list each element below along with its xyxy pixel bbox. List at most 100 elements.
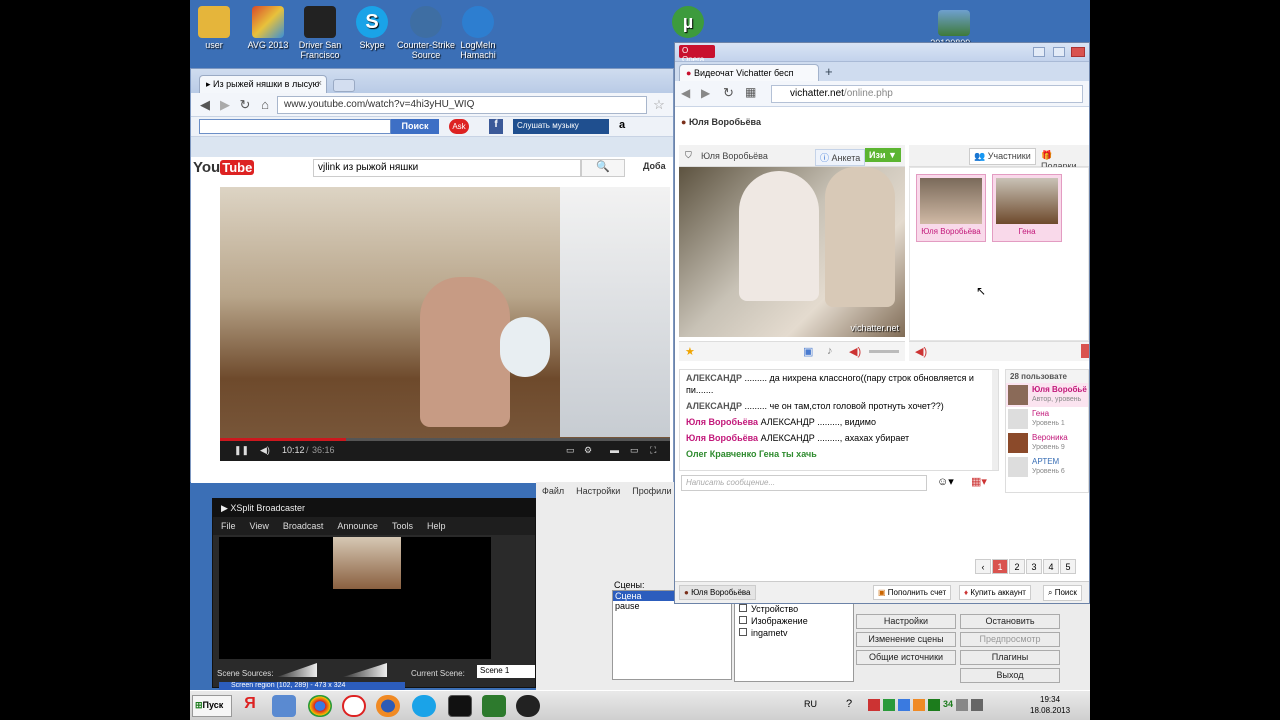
settings-icon[interactable]: ⚙ — [584, 445, 592, 456]
obs-menu-file[interactable]: Файл — [542, 486, 564, 496]
desktop-icon-hamachi[interactable]: LogMeIn Hamachi — [448, 6, 508, 60]
desktop-icon-user[interactable]: user — [190, 6, 244, 50]
obs-settings-button[interactable]: Настройки — [856, 614, 956, 629]
progress-track[interactable] — [220, 438, 670, 441]
start-button[interactable]: ⊞Пуск — [192, 695, 232, 717]
user-item[interactable]: Юля Воробьё Автор, уровень — [1006, 383, 1088, 407]
speed-dial-icon[interactable]: ▦ — [745, 85, 756, 99]
pause-icon[interactable]: ❚❚ — [234, 445, 249, 456]
chat-scrollbar[interactable] — [992, 370, 998, 470]
page-prev[interactable]: ‹ — [975, 559, 991, 574]
source-item[interactable]: Устройство — [735, 603, 853, 615]
preview-button[interactable]: Предпросмотр — [960, 632, 1060, 647]
desktop-icon-cs[interactable]: Counter-Strike Source — [396, 6, 456, 60]
amazon-icon[interactable]: a — [619, 119, 633, 134]
help-icon[interactable]: ? — [846, 698, 852, 710]
bottom-user-button[interactable]: ● Юля Воробьёва — [679, 585, 756, 600]
red-button[interactable] — [1081, 344, 1089, 358]
monitor-icon[interactable]: ▣ — [803, 345, 813, 358]
page-4[interactable]: 4 — [1043, 559, 1059, 574]
buy-account-button[interactable]: ♦ Купить аккаунт — [959, 585, 1031, 600]
firefox-icon[interactable] — [376, 695, 400, 717]
add-button[interactable]: Доба — [643, 161, 666, 171]
desktop-icon-utorrent[interactable]: µ — [658, 6, 718, 40]
tab-participants[interactable]: 👥 Участники — [969, 148, 1036, 165]
xsplit-menu-tools[interactable]: Tools — [392, 521, 413, 531]
home-icon[interactable]: ⌂ — [257, 97, 273, 113]
sources-list[interactable]: Устройство Изображение ingametv — [734, 602, 854, 682]
music-button[interactable]: Слушать музыку — [513, 119, 609, 134]
desktop-icon-avg[interactable]: AVG 2013 — [238, 6, 298, 50]
tray-icon[interactable] — [928, 699, 940, 711]
clock[interactable]: 19:34 18.08.2013 — [1030, 694, 1070, 716]
page-5[interactable]: 5 — [1060, 559, 1076, 574]
global-sources-button[interactable]: Общие источники — [856, 650, 956, 665]
back-icon[interactable]: ◀ — [681, 86, 690, 100]
emoji-icon[interactable]: ☺▾ — [937, 475, 954, 488]
fullsize-icon[interactable]: ▭ — [630, 445, 639, 456]
user-item[interactable]: Вероника Уровень 9 — [1006, 431, 1088, 455]
new-tab-button[interactable] — [333, 79, 355, 92]
microphone-icon[interactable]: ♪ — [827, 345, 833, 357]
new-tab-icon[interactable]: + — [825, 64, 833, 79]
fullscreen-icon[interactable]: ⛶ — [650, 445, 656, 456]
source-row[interactable]: Screen region (102, 289) - 473 x 324 — [219, 682, 405, 690]
youtube-search-button[interactable]: 🔍 — [581, 159, 625, 177]
star-icon[interactable]: ☆ — [651, 97, 667, 113]
page-1[interactable]: 1 — [992, 559, 1008, 574]
tray-icon[interactable] — [883, 699, 895, 711]
chrome-tab-youtube[interactable]: ▸ Из рыжей няшки в лысую × — [199, 75, 327, 93]
reload-icon[interactable]: ↻ — [723, 85, 734, 101]
speaker-tray-icon[interactable] — [971, 699, 984, 711]
skype-taskbar-icon[interactable] — [412, 695, 436, 717]
opera-menu-button[interactable]: O Opera — [679, 45, 715, 64]
yandex-icon[interactable]: Я — [238, 695, 262, 717]
speaker-icon[interactable]: ◀) — [849, 345, 861, 358]
address-bar[interactable]: www.youtube.com/watch?v=4hi3yHU_WIQ — [277, 96, 647, 114]
theater-icon[interactable]: ▬ — [610, 445, 619, 455]
xsplit-menu-broadcast[interactable]: Broadcast — [283, 521, 324, 531]
tray-icon[interactable] — [868, 699, 880, 711]
gift-send-icon[interactable]: ▦▾ — [971, 475, 987, 488]
xsplit-menu-announce[interactable]: Announce — [337, 521, 378, 531]
volume-meter[interactable] — [277, 663, 317, 677]
current-scene-select[interactable]: Scene 1 — [477, 665, 535, 678]
stop-stream-button[interactable]: Остановить трансляцию — [960, 614, 1060, 639]
youtube-logo[interactable]: You Tube — [193, 159, 255, 179]
chrome-taskbar-icon[interactable] — [308, 695, 332, 717]
message-input[interactable]: Написать сообщение... — [681, 475, 927, 491]
source-item[interactable]: ingametv — [735, 627, 853, 639]
tray-icon[interactable] — [898, 699, 910, 711]
close-icon[interactable]: × — [317, 78, 322, 88]
participant-card[interactable]: Гена — [992, 174, 1062, 242]
search-input[interactable] — [199, 119, 391, 134]
obs-taskbar-icon[interactable] — [516, 695, 540, 717]
plugins-button[interactable]: Плагины — [960, 650, 1060, 665]
exit-button[interactable]: Выход — [960, 668, 1060, 683]
video-player[interactable]: ❚❚ ◀) 10:12 / 36:16 ▭ ⚙ ▬ ▭ ⛶ — [220, 187, 670, 461]
desktop-icon-skype[interactable]: S Skype — [342, 6, 402, 50]
page-2[interactable]: 2 — [1009, 559, 1025, 574]
obs-menu-profiles[interactable]: Профили — [632, 486, 671, 496]
xsplit-taskbar-icon[interactable] — [448, 695, 472, 717]
captions-icon[interactable]: ▭ — [566, 445, 575, 456]
search-button[interactable]: Поиск — [391, 119, 439, 134]
forward-icon[interactable]: ▶ — [217, 97, 233, 113]
volume-app-icon[interactable] — [272, 695, 296, 717]
sound-icon[interactable]: ◀) — [915, 345, 927, 358]
action-button[interactable]: Изи ▼ — [865, 148, 901, 162]
close-window-icon[interactable] — [1071, 47, 1085, 57]
source-item[interactable]: Изображение — [735, 615, 853, 627]
obs-menu-settings[interactable]: Настройки — [576, 486, 620, 496]
back-icon[interactable]: ◀ — [197, 97, 213, 113]
forward-icon[interactable]: ▶ — [701, 86, 710, 100]
stats-icon[interactable] — [482, 695, 506, 717]
scene-edit-button[interactable]: Изменение сцены — [856, 632, 956, 647]
user-item[interactable]: АРТЕМ Уровень 6 — [1006, 455, 1088, 479]
opera-address-bar[interactable]: vichatter.net/online.php — [771, 85, 1083, 103]
youtube-search-input[interactable]: vjlink из рыжой няшки — [313, 159, 581, 177]
profile-button[interactable]: ⓘ Анкета — [815, 149, 866, 166]
minimize-icon[interactable] — [1033, 47, 1045, 57]
xsplit-menu-view[interactable]: View — [250, 521, 269, 531]
volume-slider[interactable] — [869, 350, 899, 353]
